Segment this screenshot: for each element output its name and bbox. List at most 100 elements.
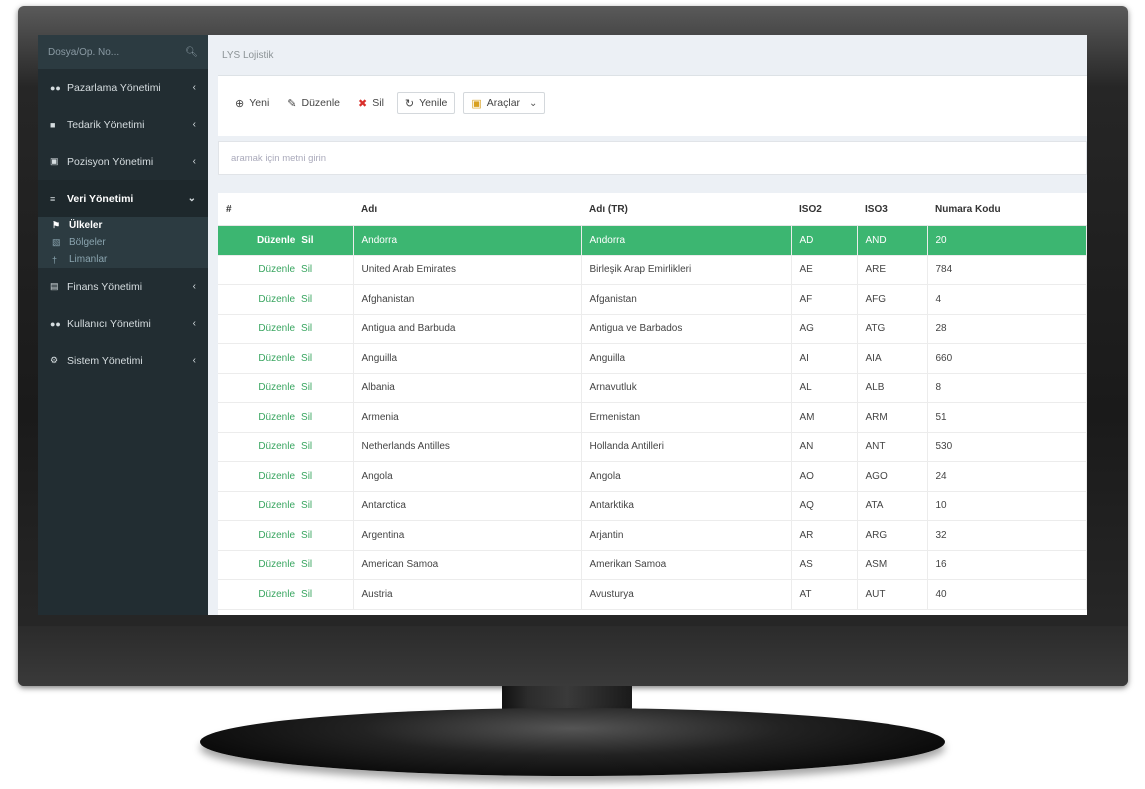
row-delete-link[interactable]: Sil — [301, 264, 312, 275]
tools-dropdown[interactable]: ▣ Araçlar ⌄ — [463, 92, 546, 114]
row-delete-link[interactable]: Sil — [301, 382, 312, 393]
cell-iso3: AGO — [857, 461, 928, 492]
main-content: LYS Lojistik ⊕ Yeni ✎ Düzenle ✖ Sil ↻ Ye… — [208, 35, 1087, 615]
row-edit-link[interactable]: Düzenle — [258, 441, 295, 452]
cell-iso3: ARG — [857, 520, 928, 551]
column-header[interactable]: Adı — [353, 193, 581, 226]
sidebar-item-pazarlama[interactable]: ●● Pazarlama Yönetimi ‹ — [38, 69, 208, 106]
delete-button[interactable]: ✖ Sil — [353, 92, 389, 114]
row-actions: Düzenle Sil — [218, 579, 354, 610]
row-delete-link[interactable]: Sil — [301, 441, 312, 452]
table-row[interactable]: Düzenle Sil Antarctica Antarktika AQ ATA 10 — [218, 491, 1087, 521]
column-header[interactable]: # — [218, 193, 353, 226]
table-row[interactable]: Düzenle Sil American Samoa Amerikan Samoa AS… — [218, 550, 1087, 580]
table-row[interactable]: Düzenle Sil Austria Avusturya AT AUT 40 — [218, 579, 1087, 610]
row-edit-link[interactable]: Düzenle — [258, 353, 295, 364]
table-row[interactable]: Düzenle Sil Anguilla Anguilla AI AIA 660 — [218, 343, 1087, 374]
search-input[interactable] — [219, 142, 1086, 174]
refresh-button-label: Yenile — [419, 97, 448, 109]
row-edit-link[interactable]: Düzenle — [257, 235, 295, 246]
new-button[interactable]: ⊕ Yeni — [230, 92, 275, 114]
row-edit-link[interactable]: Düzenle — [258, 323, 295, 334]
cell-name-tr: Avusturya — [581, 579, 792, 610]
row-edit-link[interactable]: Düzenle — [258, 264, 295, 275]
column-header[interactable]: ISO2 — [791, 193, 857, 226]
row-actions: Düzenle Sil — [218, 520, 354, 551]
chevron-left-icon: ‹ — [192, 281, 196, 292]
cell-iso3: ASM — [857, 550, 928, 580]
table-row[interactable]: Düzenle Sil Albania Arnavutluk AL ALB 8 — [218, 373, 1087, 403]
cell-name-tr: Antarktika — [581, 491, 792, 521]
table-row[interactable]: Düzenle Sil Netherlands Antilles Hollanda A… — [218, 432, 1087, 462]
sidebar-subitem-ulkeler[interactable]: ⚑ Ülkeler — [38, 217, 208, 234]
table-row[interactable]: Düzenle Sil Andorra Andorra AD AND 20 — [218, 225, 1087, 256]
cell-name-tr: Anguilla — [581, 343, 792, 374]
row-actions: Düzenle Sil — [218, 343, 354, 374]
cell-iso3: ANT — [857, 432, 928, 462]
tools-dropdown-label: Araçlar — [486, 97, 521, 109]
search-bar — [218, 141, 1087, 175]
sidebar-item-veri[interactable]: ≡ Veri Yönetimi ⌄ — [38, 180, 208, 217]
cell-name: Austria — [353, 579, 582, 610]
cell-iso3: AUT — [857, 579, 928, 610]
row-actions: Düzenle Sil — [218, 402, 354, 433]
column-header[interactable]: Numara Kodu — [927, 193, 1087, 226]
row-delete-link[interactable]: Sil — [301, 471, 312, 482]
sidebar-subitem-limanlar[interactable]: † Limanlar — [38, 251, 208, 268]
column-header[interactable]: ISO3 — [857, 193, 927, 226]
table-row[interactable]: Düzenle Sil United Arab Emirates Birleşik A… — [218, 255, 1087, 285]
sidebar-subitem-label: Bölgeler — [69, 237, 106, 248]
cell-name: United Arab Emirates — [353, 255, 582, 285]
refresh-button[interactable]: ↻ Yenile — [396, 92, 456, 114]
cell-iso3: AND — [857, 225, 928, 256]
cell-iso3: AIA — [857, 343, 928, 374]
row-delete-link[interactable]: Sil — [301, 353, 312, 364]
table-row[interactable]: Düzenle Sil Antigua and Barbuda Antigua ve … — [218, 314, 1087, 344]
row-edit-link[interactable]: Düzenle — [258, 382, 295, 393]
cell-name: Argentina — [353, 520, 582, 551]
row-edit-link[interactable]: Düzenle — [258, 500, 295, 511]
cell-numeric-code: 784 — [927, 255, 1087, 285]
row-delete-link[interactable]: Sil — [301, 559, 312, 570]
row-delete-link[interactable]: Sil — [301, 235, 313, 246]
table-row[interactable]: Düzenle Sil Armenia Ermenistan AM ARM 51 — [218, 402, 1087, 433]
row-edit-link[interactable]: Düzenle — [258, 559, 295, 570]
row-edit-link[interactable]: Düzenle — [258, 589, 295, 600]
cell-iso3: ATG — [857, 314, 928, 344]
cell-numeric-code: 4 — [927, 284, 1087, 315]
sidebar-item-label: Pazarlama Yönetimi — [67, 81, 161, 94]
row-delete-link[interactable]: Sil — [301, 412, 312, 423]
table-row[interactable]: Düzenle Sil Argentina Arjantin AR ARG 32 — [218, 520, 1087, 551]
edit-button[interactable]: ✎ Düzenle — [282, 92, 346, 114]
row-edit-link[interactable]: Düzenle — [258, 294, 295, 305]
cell-numeric-code: 660 — [927, 343, 1087, 374]
page-header: LYS Lojistik — [208, 35, 1087, 75]
row-delete-link[interactable]: Sil — [301, 294, 312, 305]
sidebar-search[interactable]: Dosya/Op. No... 🔍︎ — [38, 35, 208, 69]
row-delete-link[interactable]: Sil — [301, 589, 312, 600]
cell-iso3: ATA — [857, 491, 928, 521]
row-edit-link[interactable]: Düzenle — [258, 471, 295, 482]
row-delete-link[interactable]: Sil — [301, 500, 312, 511]
sidebar-item-finans[interactable]: ▤ Finans Yönetimi ‹ — [38, 268, 208, 305]
monitor-stand-base — [200, 708, 945, 776]
sidebar-item-kullanici[interactable]: ●● Kullanıcı Yönetimi ‹ — [38, 305, 208, 342]
flag-icon: ⚑ — [52, 220, 61, 230]
column-header[interactable]: Adı (TR) — [581, 193, 791, 226]
row-delete-link[interactable]: Sil — [301, 530, 312, 541]
row-edit-link[interactable]: Düzenle — [258, 530, 295, 541]
cell-name-tr: Angola — [581, 461, 792, 492]
sidebar-item-pozisyon[interactable]: ▣ Pozisyon Yönetimi ‹ — [38, 143, 208, 180]
search-icon[interactable]: 🔍︎ — [185, 47, 198, 58]
table-row[interactable]: Düzenle Sil Afghanistan Afganistan AF AFG 4 — [218, 284, 1087, 315]
briefcase-icon: ▣ — [50, 156, 59, 166]
row-delete-link[interactable]: Sil — [301, 323, 312, 334]
sidebar-item-tedarik[interactable]: ■ Tedarik Yönetimi ‹ — [38, 106, 208, 143]
sidebar-item-label: Sistem Yönetimi — [67, 354, 143, 367]
row-edit-link[interactable]: Düzenle — [258, 412, 295, 423]
sidebar-item-sistem[interactable]: ⚙ Sistem Yönetimi ‹ — [38, 342, 208, 379]
sidebar-subitem-bolgeler[interactable]: ▧ Bölgeler — [38, 234, 208, 251]
users-icon: ●● — [50, 82, 61, 93]
sidebar-search-input[interactable]: Dosya/Op. No... — [48, 47, 119, 58]
table-row[interactable]: Düzenle Sil Angola Angola AO AGO 24 — [218, 461, 1087, 492]
